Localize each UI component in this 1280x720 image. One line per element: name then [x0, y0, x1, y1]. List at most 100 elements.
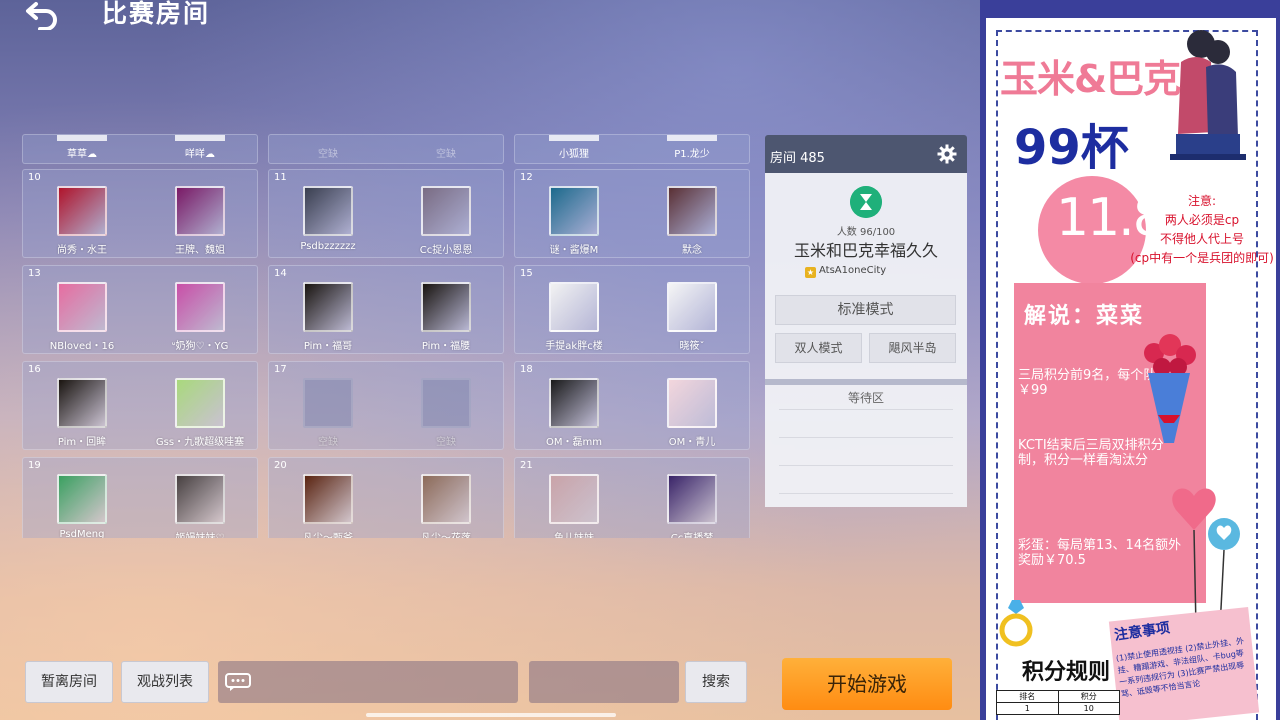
player-name: Psdbzzzzzz	[300, 241, 356, 252]
note-line: (cp中有一个是兵团的即可)	[1130, 251, 1274, 265]
player-seat[interactable]: 王牌、魏姐	[141, 186, 259, 258]
table-cell: 排名	[996, 690, 1059, 703]
slot-number: 13	[28, 268, 41, 279]
avatar	[667, 282, 717, 332]
slot-number: 19	[28, 460, 41, 471]
team-slot[interactable]: 14 Pim・福哥 Pim・福腰	[268, 265, 504, 354]
player-seat[interactable]: 小狐狸	[515, 135, 633, 165]
player-name: NBloved・16	[49, 341, 115, 352]
player-seat[interactable]: Pim・福哥	[269, 282, 387, 354]
player-seat[interactable]: 晓筱ˇ	[633, 282, 750, 354]
player-name: 默念	[682, 245, 702, 256]
player-name: 手提ak胖c楼	[545, 341, 603, 352]
avatar	[667, 186, 717, 236]
player-seat[interactable]: 鱼儿妹妹	[515, 474, 633, 538]
table-cell: 积分	[1057, 690, 1120, 703]
player-seat[interactable]: OM・青儿	[633, 378, 750, 450]
search-button[interactable]: 搜索	[685, 661, 747, 703]
poster-rule: 彩蛋：每局第13、14名额外奖励￥70.5	[1018, 538, 1182, 568]
team-slot[interactable]: 20 凡尘～甄爷凡尘～花落	[268, 457, 504, 538]
slot-number: 14	[274, 268, 287, 279]
poster-note: 注意: 两人必须是cp 不得他人代上号 (cp中有一个是兵团的即可)	[1122, 192, 1276, 268]
player-seat[interactable]: 手提ak胖c楼	[515, 282, 633, 354]
room-info: 人数 96/100 玉米和巴克幸福久久 ★ AtsA1oneCity 标准模式 双…	[765, 173, 967, 507]
team-slot[interactable]: 草草☁ 咩咩☁	[22, 134, 258, 164]
player-name: 谜・酱爆M	[549, 245, 599, 256]
team-slot[interactable]: 小狐狸 P1.龙少	[514, 134, 750, 164]
player-name: 小狐狸	[559, 149, 589, 160]
player-name: 凡尘～花落	[387, 529, 505, 538]
team-slot[interactable]: 18 OM・磊mm OM・青儿	[514, 361, 750, 450]
player-seat[interactable]: NBloved・16	[23, 282, 141, 354]
player-seat[interactable]: 空缺	[269, 135, 387, 165]
spectate-list-button[interactable]: 观战列表	[121, 661, 209, 703]
leave-room-button[interactable]: 暂离房间	[25, 661, 113, 703]
team-slot[interactable]: 13 NBloved・16 ᐡ奶狗♡・YG	[22, 265, 258, 354]
mode-duo-button[interactable]: 双人模式	[775, 333, 862, 363]
player-name: ᐡ奶狗♡・YG	[171, 341, 229, 352]
team-slot[interactable]: 15 手提ak胖c楼 晓筱ˇ	[514, 265, 750, 354]
team-slot[interactable]: 19 PsdMeng 姬嫚妹妹♡	[22, 457, 258, 538]
ring-icon	[999, 600, 1033, 647]
avatar	[549, 282, 599, 332]
home-indicator	[366, 713, 616, 717]
team-slot[interactable]: 11 Psdbzzzzzz Cc捉小恩恩	[268, 169, 504, 258]
player-seat[interactable]: Gss・九歌超级哇塞	[141, 378, 259, 450]
player-name: OM・青儿	[668, 437, 716, 448]
gear-icon[interactable]	[937, 144, 957, 164]
flower-bouquet-icon	[1144, 334, 1196, 443]
team-slot[interactable]: 12 谜・酱爆M 默念	[514, 169, 750, 258]
player-seat[interactable]: Cc捉小恩恩	[387, 186, 505, 258]
player-seat[interactable]: 默念	[633, 186, 750, 258]
chat-bubble-icon	[225, 673, 251, 691]
room-header: 房间 485	[765, 135, 967, 173]
team-slot[interactable]: 21 鱼儿妹妹Cc直播梦	[514, 457, 750, 538]
player-name: PsdMeng	[59, 529, 105, 538]
team-slot[interactable]: 空缺 空缺	[268, 134, 504, 164]
avatar	[175, 474, 225, 524]
player-seat[interactable]: 凡尘～甄爷	[269, 474, 387, 538]
player-name: 晓筱ˇ	[679, 341, 705, 352]
team-slot[interactable]: 10 尚秀・水王 王牌、魏姐	[22, 169, 258, 258]
player-name: P1.龙少	[674, 149, 710, 160]
player-seat[interactable]: 空缺	[387, 135, 505, 165]
player-name: 凡尘～甄爷	[269, 529, 387, 538]
chat-input[interactable]	[218, 661, 518, 703]
player-seat[interactable]: 咩咩☁	[141, 135, 259, 165]
avatar	[303, 282, 353, 332]
player-seat[interactable]: 草草☁	[23, 135, 141, 165]
player-seat[interactable]: 空缺	[269, 378, 387, 450]
player-seat[interactable]: 凡尘～花落	[387, 474, 505, 538]
team-slot[interactable]: 16 Pim・回眸 Gss・九歌超级哇塞	[22, 361, 258, 450]
player-seat[interactable]: Pim・福腰	[387, 282, 505, 354]
start-game-button[interactable]: 开始游戏	[782, 658, 952, 710]
map-select-button[interactable]: 飓风半岛	[869, 333, 956, 363]
player-seat[interactable]: ᐡ奶狗♡・YG	[141, 282, 259, 354]
search-input[interactable]	[529, 661, 679, 703]
player-seat[interactable]: OM・磊mm	[515, 378, 633, 450]
player-name: 空缺	[436, 149, 456, 160]
mode-standard-button[interactable]: 标准模式	[775, 295, 956, 325]
avatar	[57, 378, 107, 428]
avatar	[421, 378, 471, 428]
avatar	[57, 474, 107, 524]
player-seat[interactable]: Psdbzzzzzz	[269, 186, 387, 258]
player-seat[interactable]: 姬嫚妹妹♡	[141, 474, 259, 538]
slot-number: 18	[520, 364, 533, 375]
player-seat[interactable]: P1.龙少	[633, 135, 750, 165]
player-seat[interactable]: Pim・回眸	[23, 378, 141, 450]
slot-number: 11	[274, 172, 287, 183]
player-seat[interactable]: 尚秀・水王	[23, 186, 141, 258]
player-seat[interactable]: PsdMeng	[23, 474, 141, 538]
player-seat[interactable]: 谜・酱爆M	[515, 186, 633, 258]
crown-icon: ★	[805, 267, 816, 278]
avatar	[549, 378, 599, 428]
player-seat[interactable]: Cc直播梦	[633, 474, 750, 538]
player-name: Pim・回眸	[57, 437, 107, 448]
note-line: 注意:	[1187, 194, 1217, 208]
team-slot[interactable]: 17 空缺 空缺	[268, 361, 504, 450]
player-seat[interactable]: 空缺	[387, 378, 505, 450]
back-arrow-icon[interactable]	[22, 0, 62, 30]
hourglass-icon	[850, 186, 882, 218]
avatar	[549, 186, 599, 236]
